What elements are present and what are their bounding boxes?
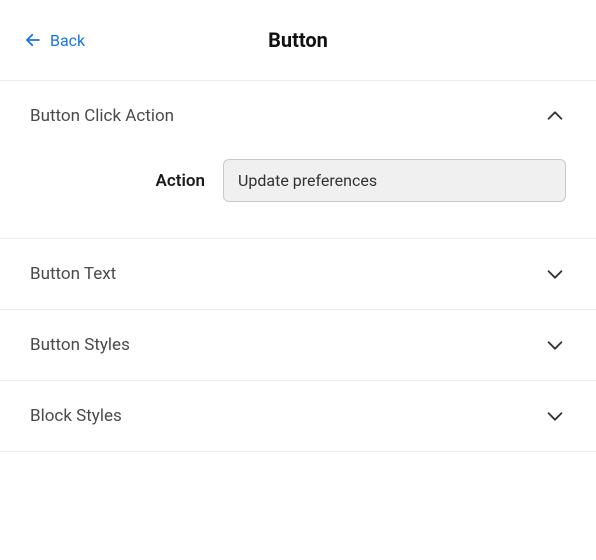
section-block-styles: Block Styles	[0, 381, 596, 452]
chevron-up-icon	[544, 105, 566, 127]
back-button[interactable]: Back	[24, 31, 85, 50]
arrow-left-icon	[24, 31, 42, 49]
section-header-button-styles[interactable]: Button Styles	[0, 310, 596, 380]
section-body-button-click-action: Action Update preferences	[0, 151, 596, 238]
section-title: Button Styles	[30, 335, 130, 355]
section-title: Button Click Action	[30, 106, 174, 126]
section-header-button-click-action[interactable]: Button Click Action	[0, 81, 596, 151]
section-button-styles: Button Styles	[0, 310, 596, 381]
action-field-label: Action	[30, 171, 205, 191]
section-button-click-action: Button Click Action Action Update prefer…	[0, 81, 596, 239]
chevron-down-icon	[544, 405, 566, 427]
chevron-down-icon	[544, 263, 566, 285]
chevron-down-icon	[544, 334, 566, 356]
page-title: Button	[268, 28, 328, 52]
section-title: Button Text	[30, 264, 116, 284]
action-select[interactable]: Update preferences	[223, 159, 566, 202]
panel-header: Back Button	[0, 0, 596, 81]
section-header-block-styles[interactable]: Block Styles	[0, 381, 596, 451]
section-header-button-text[interactable]: Button Text	[0, 239, 596, 309]
back-label: Back	[50, 31, 85, 50]
section-title: Block Styles	[30, 406, 122, 426]
section-button-text: Button Text	[0, 239, 596, 310]
